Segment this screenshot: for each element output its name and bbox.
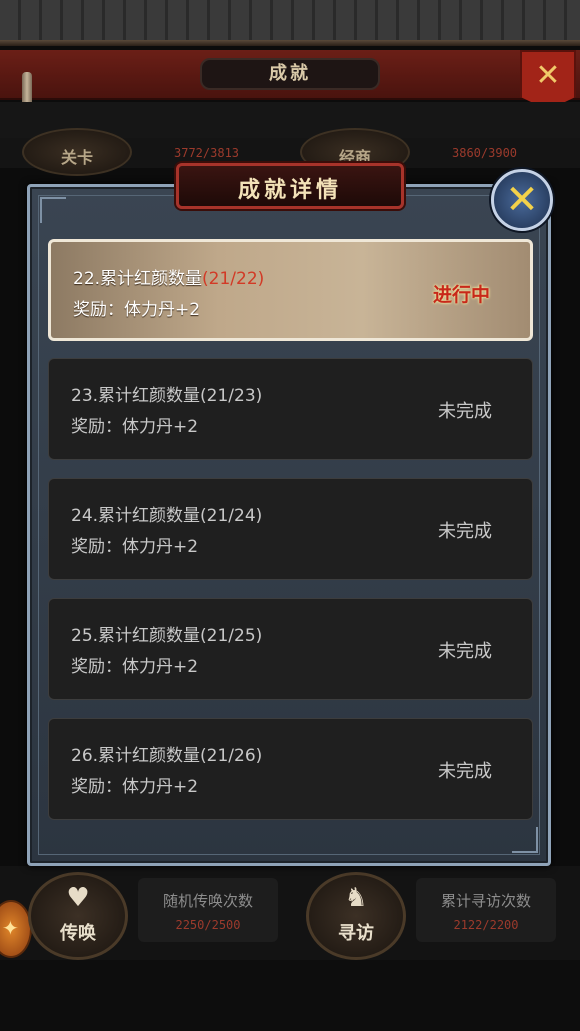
achievement-title: 22.累计红颜数量(21/22) <box>73 269 265 289</box>
corner-ornament <box>40 197 66 223</box>
modal-close-button[interactable]: ✕ <box>491 169 553 231</box>
achievement-progress: (21/25) <box>200 626 263 646</box>
visit-description: 累计寻访次数 <box>440 892 531 910</box>
heart-icon: ♥ <box>66 883 90 913</box>
summon-medal[interactable]: ♥ 传唤 <box>28 872 128 960</box>
achievement-reward: 奖励：体力丹+2 <box>71 777 199 797</box>
achievement-reward: 奖励：体力丹+2 <box>71 417 199 437</box>
achievement-item[interactable]: 23.累计红颜数量(21/23) 奖励：体力丹+2 未完成 <box>48 358 533 460</box>
category-count: 3772/3813 <box>174 146 240 160</box>
corner-ornament <box>512 827 538 853</box>
achievement-progress: (21/24) <box>200 506 263 526</box>
achievement-reward: 奖励：体力丹+2 <box>73 300 201 320</box>
page-title: 成就 <box>200 58 380 90</box>
roof-decoration <box>0 0 580 46</box>
visit-stat: 累计寻访次数 2122/2200 <box>416 878 556 942</box>
achievement-item[interactable]: 26.累计红颜数量(21/26) 奖励：体力丹+2 未完成 <box>48 718 533 820</box>
achievement-progress: (21/23) <box>200 386 263 406</box>
footer-strip <box>0 960 580 1031</box>
achievement-status: 未完成 <box>438 401 492 422</box>
achievement-progress: (21/22) <box>202 269 265 289</box>
category-medal[interactable]: 关卡 <box>22 128 132 176</box>
side-badge-icon: ✦ <box>2 916 19 940</box>
summon-label: 传唤 <box>60 923 96 944</box>
achievement-status: 进行中 <box>432 284 490 306</box>
summon-count: 2250/2500 <box>175 918 241 932</box>
achievement-item[interactable]: 22.累计红颜数量(21/22) 奖励：体力丹+2 进行中 <box>48 239 533 341</box>
category-count: 3860/3900 <box>452 146 518 160</box>
category-label: 关卡 <box>60 148 93 167</box>
summon-stat: 随机传唤次数 2250/2500 <box>138 878 278 942</box>
close-icon: ✕ <box>505 177 539 223</box>
visit-medal[interactable]: ♞ 寻访 <box>306 872 406 960</box>
achievement-reward: 奖励：体力丹+2 <box>71 537 199 557</box>
achievement-title: 24.累计红颜数量(21/24) <box>71 506 263 526</box>
close-icon: ✕ <box>535 58 561 93</box>
achievement-progress: (21/26) <box>200 746 263 766</box>
modal-title: 成就详情 <box>176 163 404 209</box>
main-close-button[interactable]: ✕ <box>520 50 576 110</box>
achievement-reward: 奖励：体力丹+2 <box>71 657 199 677</box>
achievement-status: 未完成 <box>438 761 492 782</box>
summon-description: 随机传唤次数 <box>162 892 253 910</box>
achievement-title: 26.累计红颜数量(21/26) <box>71 746 263 766</box>
achievement-title: 23.累计红颜数量(21/23) <box>71 386 263 406</box>
achievement-status: 未完成 <box>438 641 492 662</box>
achievement-status: 未完成 <box>438 521 492 542</box>
horse-icon: ♞ <box>344 883 368 913</box>
visit-label: 寻访 <box>338 923 374 944</box>
achievement-item[interactable]: 24.累计红颜数量(21/24) 奖励：体力丹+2 未完成 <box>48 478 533 580</box>
achievement-title: 25.累计红颜数量(21/25) <box>71 626 263 646</box>
modal-title-text: 成就详情 <box>237 177 342 203</box>
visit-count: 2122/2200 <box>453 918 519 932</box>
achievement-item[interactable]: 25.累计红颜数量(21/25) 奖励：体力丹+2 未完成 <box>48 598 533 700</box>
